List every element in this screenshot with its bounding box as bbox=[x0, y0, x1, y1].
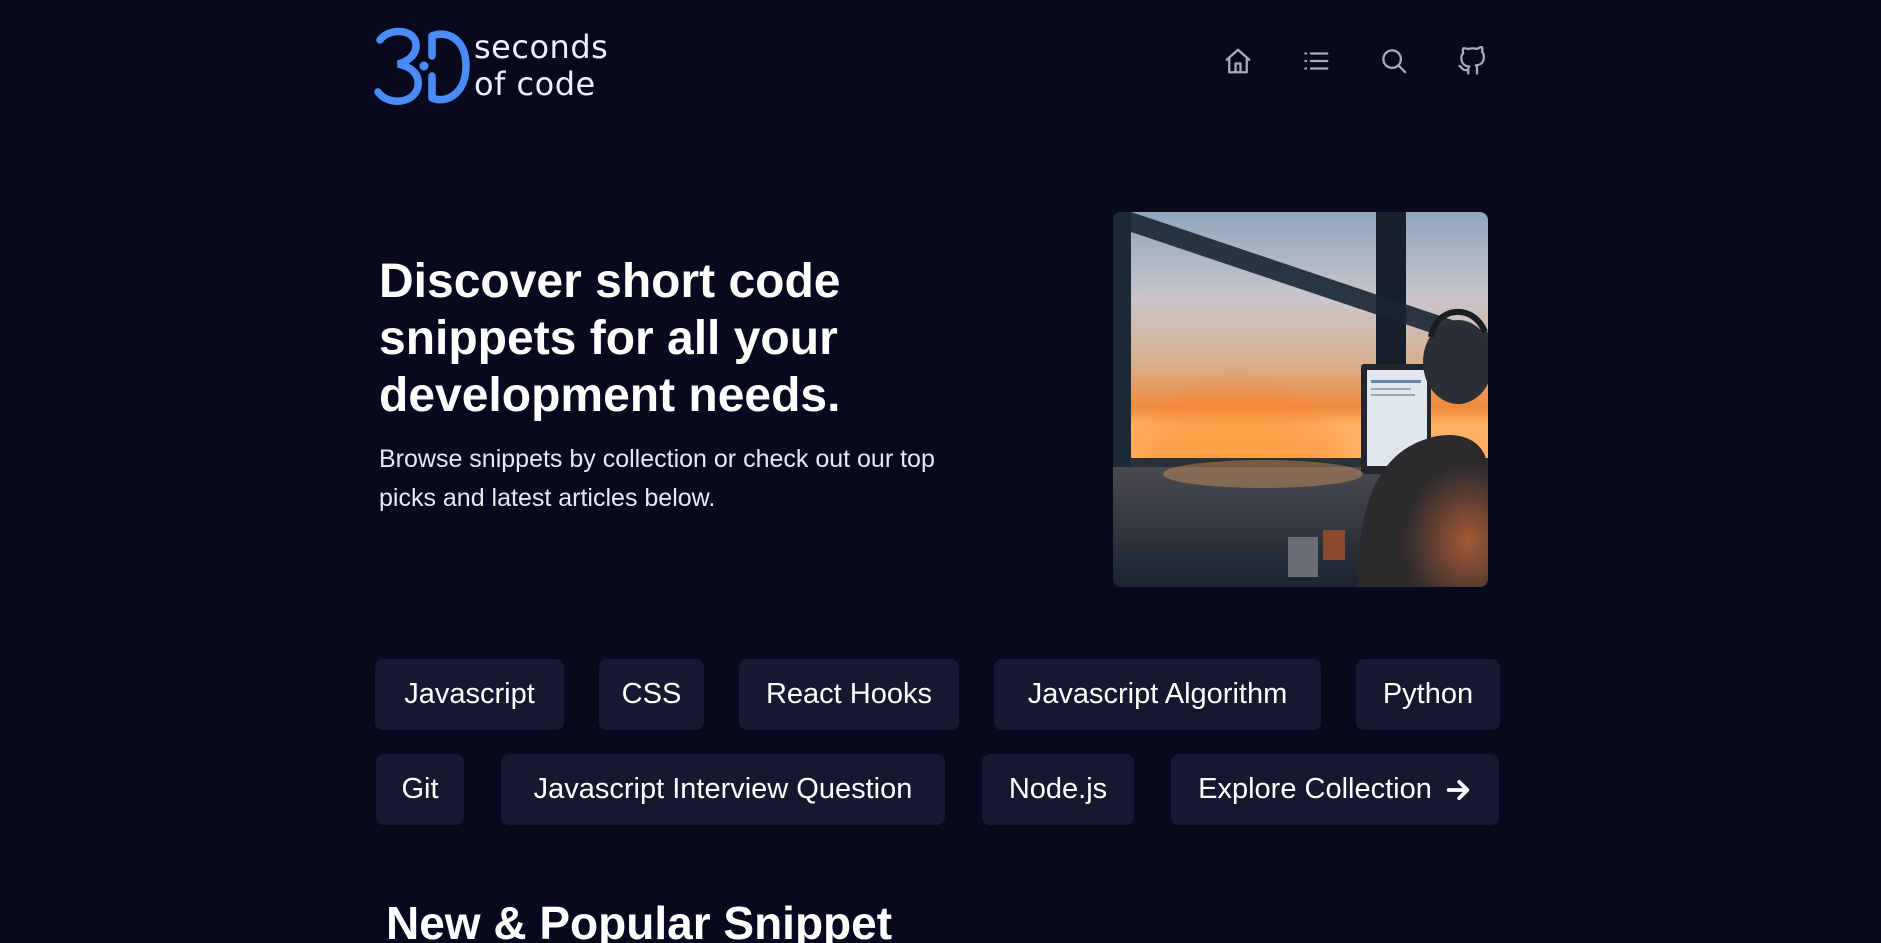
collection-chip-javascript-interview-question[interactable]: Javascript Interview Question bbox=[501, 754, 945, 825]
list-icon[interactable] bbox=[1301, 46, 1331, 76]
header-nav bbox=[1223, 46, 1487, 76]
section-title-new-popular: New & Popular Snippet bbox=[386, 897, 893, 943]
collection-chip-nodejs[interactable]: Node.js bbox=[982, 754, 1134, 825]
github-icon[interactable] bbox=[1457, 46, 1487, 76]
logo-line-1: seconds bbox=[474, 28, 609, 66]
site-header: seconds of code bbox=[374, 26, 1487, 106]
collection-chip-javascript-algorithm[interactable]: Javascript Algorithm bbox=[994, 659, 1321, 730]
collection-chip-react-hooks[interactable]: React Hooks bbox=[739, 659, 959, 730]
collection-chip-css[interactable]: CSS bbox=[599, 659, 704, 730]
logo-text: seconds of code bbox=[474, 29, 608, 103]
hero-image bbox=[1113, 212, 1488, 587]
explore-collection-label: Explore Collection bbox=[1198, 773, 1432, 805]
collection-chip-label: Node.js bbox=[1008, 773, 1108, 805]
site-logo[interactable]: seconds of code bbox=[374, 26, 608, 106]
arrow-right-icon bbox=[1444, 776, 1472, 804]
collection-chip-javascript[interactable]: Javascript bbox=[375, 659, 564, 730]
search-icon[interactable] bbox=[1379, 46, 1409, 76]
hero-subtitle: Browse snippets by collection or check o… bbox=[379, 445, 935, 512]
collection-chip-label: Javascript Interview Question bbox=[533, 773, 913, 805]
collection-chip-python[interactable]: Python bbox=[1356, 659, 1500, 730]
logo-line-2: of code bbox=[474, 65, 596, 103]
home-icon[interactable] bbox=[1223, 46, 1253, 76]
collection-chip-label: React Hooks bbox=[765, 678, 932, 710]
collection-chip-git[interactable]: Git bbox=[376, 754, 464, 825]
collection-chip-label: Python bbox=[1382, 678, 1474, 710]
collection-chip-label: CSS bbox=[621, 678, 682, 710]
collection-chip-label: Git bbox=[401, 773, 439, 805]
sunset-workspace-illustration bbox=[1113, 212, 1488, 587]
page: seconds of code Discover short code snip… bbox=[0, 0, 1881, 943]
logo-30-icon bbox=[374, 27, 470, 105]
explore-collection-button[interactable]: Explore Collection bbox=[1171, 754, 1499, 825]
collection-chip-label: Javascript bbox=[404, 678, 535, 710]
hero-title: Discover short code snippets for all you… bbox=[379, 255, 841, 422]
collection-chip-label: Javascript Algorithm bbox=[1027, 678, 1288, 710]
